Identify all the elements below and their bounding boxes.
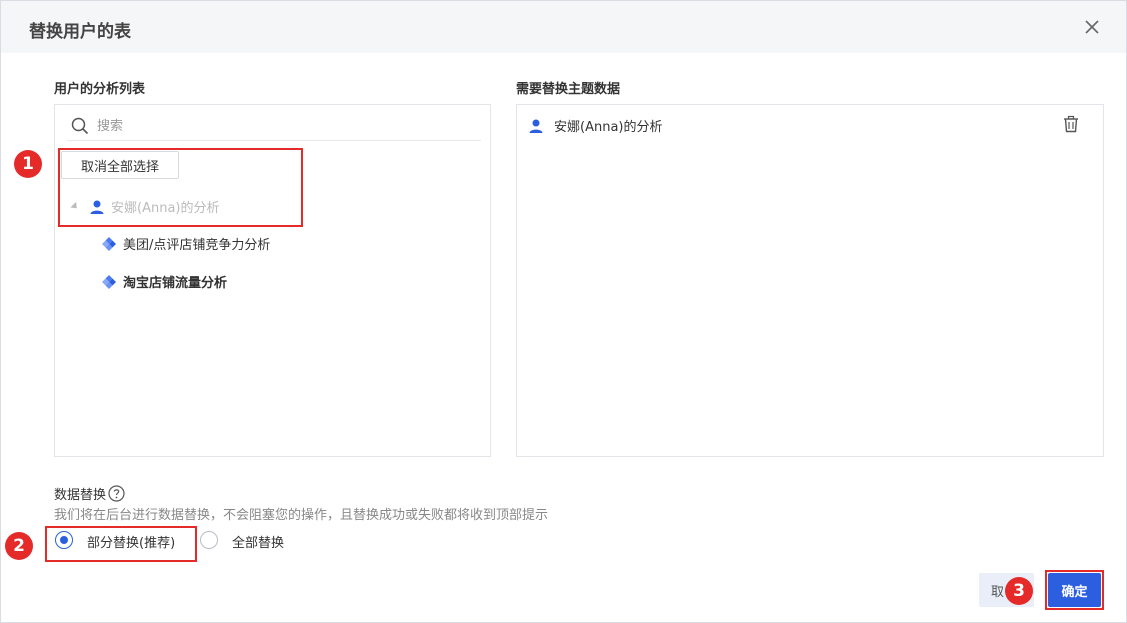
annotation-box-2: [45, 526, 197, 562]
full-replace-radio[interactable]: [200, 531, 218, 549]
annotation-badge-1: 1: [14, 150, 42, 178]
close-icon[interactable]: [1082, 17, 1102, 37]
dialog-header: 替换用户的表: [1, 1, 1126, 53]
selected-item-label: 安娜(Anna)的分析: [554, 120, 663, 135]
left-panel-label: 用户的分析列表: [54, 82, 146, 97]
diamond-icon: [101, 236, 117, 252]
diamond-icon: [101, 274, 117, 290]
search-box: [67, 111, 481, 141]
tree-child-item[interactable]: 淘宝店铺流量分析: [101, 272, 227, 291]
annotation-box-1: [58, 148, 303, 227]
full-replace-label[interactable]: 全部替换: [232, 532, 284, 551]
annotation-badge-3: 3: [1005, 577, 1033, 605]
selected-item: 安娜(Anna)的分析: [528, 116, 662, 135]
search-input[interactable]: [97, 115, 467, 137]
replace-subject-data-panel: [516, 104, 1104, 457]
help-circle-icon[interactable]: [108, 485, 125, 502]
search-icon: [71, 117, 89, 139]
right-panel-label: 需要替换主题数据: [516, 82, 621, 97]
dialog-title: 替换用户的表: [29, 22, 131, 42]
user-icon: [528, 118, 544, 134]
data-replace-hint: 我们将在后台进行数据替换，不会阻塞您的操作，且替换成功或失败都将收到顶部提示: [54, 508, 549, 523]
replace-user-table-dialog: 替换用户的表 用户的分析列表 取消全部选择: [0, 0, 1127, 623]
annotation-box-3: [1045, 570, 1104, 610]
data-replace-label: 数据替换: [54, 488, 107, 503]
data-replace-label-row: 数据替换: [54, 484, 125, 503]
annotation-badge-2: 2: [5, 532, 33, 560]
tree-child-label: 美团/点评店铺竞争力分析: [123, 238, 271, 253]
trash-icon[interactable]: [1062, 115, 1080, 133]
tree-child-item[interactable]: 美团/点评店铺竞争力分析: [101, 234, 270, 253]
tree-child-label: 淘宝店铺流量分析: [123, 276, 228, 291]
